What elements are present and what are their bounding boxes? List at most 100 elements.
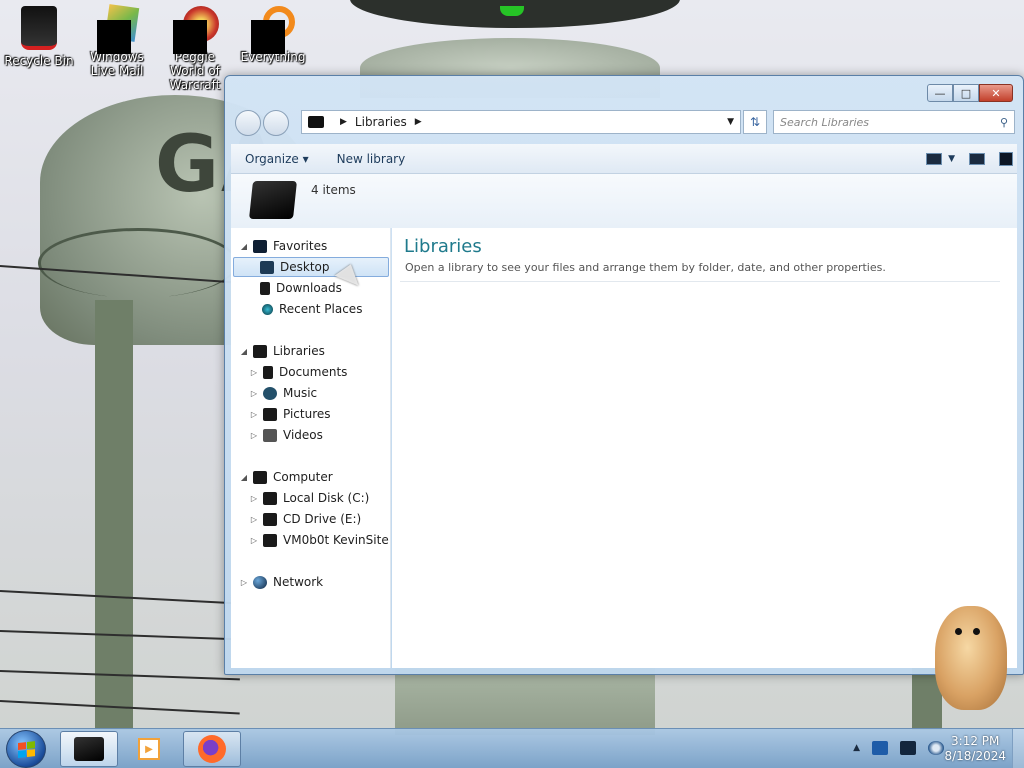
computer-icon <box>253 470 267 484</box>
clock-date: 8/18/2024 <box>944 749 1006 763</box>
favorites-star-icon <box>253 239 267 253</box>
minimize-button[interactable]: — <box>927 84 953 102</box>
libraries-large-icon <box>249 181 297 219</box>
content-pane: Libraries Open a library to see your fil… <box>392 228 1017 668</box>
new-library-button[interactable]: New library <box>323 152 420 166</box>
content-title: Libraries <box>404 236 482 257</box>
maximize-icon: □ <box>960 86 972 100</box>
forward-button[interactable] <box>263 110 289 136</box>
hamster-desktop-pet[interactable] <box>935 606 1007 710</box>
taskbar: ▶ ▲ 3:12 PM 8/18/2024 <box>0 728 1024 768</box>
organize-button[interactable]: Organize ▾ <box>231 152 323 166</box>
expand-arrow-icon[interactable]: ▷ <box>249 389 259 398</box>
search-placeholder: Search Libraries <box>780 115 870 129</box>
documents-icon <box>263 365 273 379</box>
collapse-arrow-icon[interactable]: ◢ <box>239 473 249 482</box>
desktop-icon-peggle[interactable]: Peggle World of Warcraft <box>156 6 234 92</box>
nav-item-downloads[interactable]: Downloads <box>260 278 342 298</box>
search-icon: ⚲ <box>999 115 1008 129</box>
windows-logo-icon <box>18 741 36 759</box>
wallpaper-tower-rail <box>38 228 238 298</box>
details-header: 4 items <box>231 174 1017 228</box>
firefox-icon <box>198 735 226 763</box>
change-view-button[interactable]: ▼ <box>926 152 955 165</box>
nav-computer[interactable]: ◢ Computer <box>239 467 333 487</box>
show-hidden-icons-arrow[interactable]: ▲ <box>853 743 860 753</box>
desktop-icon-everything[interactable]: Everything <box>234 6 312 64</box>
show-desktop-button[interactable] <box>1012 729 1024 768</box>
breadcrumb-chevron-icon[interactable]: ▶ <box>415 117 422 127</box>
refresh-icon: ⇅ <box>749 115 761 129</box>
help-button[interactable] <box>999 151 1013 166</box>
address-bar[interactable]: ▶ Libraries ▶ ▼ <box>301 110 741 134</box>
everything-search-icon <box>251 6 295 54</box>
nav-item-cd-drive[interactable]: ▷ CD Drive (E:) <box>249 509 361 529</box>
network-globe-icon <box>253 575 267 589</box>
desktop-icon-recycle-bin[interactable]: Recycle Bin <box>0 6 78 68</box>
expand-arrow-icon[interactable]: ▷ <box>249 410 259 419</box>
wallpaper-green-light <box>500 6 524 16</box>
breadcrumb-libraries[interactable]: Libraries <box>355 115 407 129</box>
desktop-icon-windows-live-mail[interactable]: Windows Live Mail <box>78 4 156 78</box>
nav-item-music[interactable]: ▷ Music <box>249 383 317 403</box>
expand-arrow-icon[interactable]: ▷ <box>249 536 259 545</box>
search-input[interactable]: Search Libraries ⚲ <box>773 110 1015 134</box>
recent-places-icon <box>262 303 273 315</box>
nav-item-network-drive[interactable]: ▷ VM0b0t KevinSite <box>249 530 389 550</box>
expand-arrow-icon[interactable]: ▷ <box>249 494 259 503</box>
desktop-icon-label: Peggle World of Warcraft <box>169 50 221 92</box>
item-count: 4 items <box>311 183 356 197</box>
expand-arrow-icon[interactable]: ▷ <box>239 578 249 587</box>
volume-icon[interactable] <box>928 741 944 755</box>
expand-arrow-icon[interactable]: ▷ <box>249 515 259 524</box>
address-dropdown-icon[interactable]: ▼ <box>727 117 734 127</box>
system-clock[interactable]: 3:12 PM 8/18/2024 <box>944 734 1006 764</box>
taskbar-media-player-button[interactable]: ▶ <box>121 731 177 767</box>
libraries-icon <box>253 344 267 358</box>
desktop-icon-label: Windows Live Mail <box>90 50 144 78</box>
breadcrumb-chevron-icon[interactable]: ▶ <box>340 117 347 127</box>
videos-icon <box>263 428 277 442</box>
wallpaper-tower-leg <box>95 300 133 730</box>
windows-live-mail-icon <box>97 4 140 54</box>
nav-favorites[interactable]: ◢ Favorites <box>239 236 327 256</box>
downloads-icon <box>260 281 270 295</box>
network-icon[interactable] <box>872 741 888 755</box>
nav-item-recent-places[interactable]: Recent Places <box>260 299 362 319</box>
hamster-eye <box>973 628 980 635</box>
windows-explorer-icon <box>74 737 104 761</box>
refresh-button[interactable]: ⇅ <box>743 110 767 134</box>
start-button[interactable] <box>6 730 46 768</box>
hamster-eye <box>955 628 962 635</box>
desktop-icon <box>260 260 274 274</box>
command-bar: Organize ▾ New library ▼ <box>231 144 1017 174</box>
taskbar-explorer-button[interactable] <box>60 731 118 767</box>
nav-item-videos[interactable]: ▷ Videos <box>249 425 323 445</box>
nav-item-local-disk[interactable]: ▷ Local Disk (C:) <box>249 488 369 508</box>
close-icon: ✕ <box>991 86 1001 100</box>
clock-time: 3:12 PM <box>951 734 1000 748</box>
nav-item-desktop[interactable]: Desktop <box>233 257 389 277</box>
explorer-window: — □ ✕ ▶ Libraries ▶ ▼ ⇅ Search Libraries… <box>224 75 1024 675</box>
display-icon[interactable] <box>900 741 916 755</box>
maximize-button[interactable]: □ <box>953 84 979 102</box>
view-icon <box>926 152 943 165</box>
expand-arrow-icon[interactable]: ▷ <box>249 431 259 440</box>
music-icon <box>263 386 277 400</box>
nav-item-documents[interactable]: ▷ Documents <box>249 362 348 382</box>
pictures-icon <box>263 407 277 421</box>
nav-network[interactable]: ▷ Network <box>239 572 323 592</box>
wallpaper-tower-base <box>395 665 655 735</box>
collapse-arrow-icon[interactable]: ◢ <box>239 347 249 356</box>
preview-pane-button[interactable] <box>969 152 985 165</box>
back-button[interactable] <box>235 110 261 136</box>
nav-libraries[interactable]: ◢ Libraries <box>239 341 325 361</box>
content-divider <box>400 281 1000 282</box>
window-controls: — □ ✕ <box>927 84 1013 102</box>
content-description: Open a library to see your files and arr… <box>405 261 886 274</box>
nav-item-pictures[interactable]: ▷ Pictures <box>249 404 331 424</box>
collapse-arrow-icon[interactable]: ◢ <box>239 242 249 251</box>
expand-arrow-icon[interactable]: ▷ <box>249 368 259 377</box>
close-button[interactable]: ✕ <box>979 84 1013 102</box>
taskbar-firefox-button[interactable] <box>183 731 241 767</box>
